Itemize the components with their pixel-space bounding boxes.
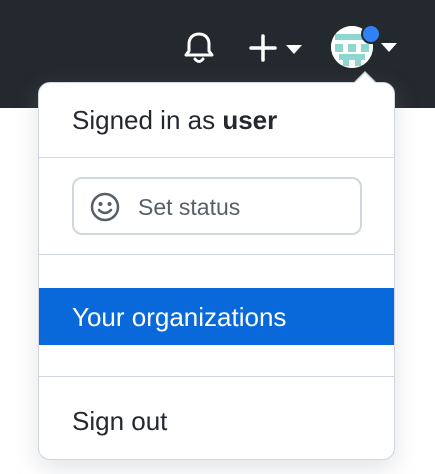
signed-in-text: Signed in as user: [72, 105, 278, 135]
smiley-icon: [90, 192, 120, 222]
set-status-button[interactable]: Set status: [72, 177, 362, 235]
username: user: [222, 105, 278, 135]
plus-icon: [249, 34, 277, 62]
user-dropdown-menu: Signed in as user Set status Your organi…: [38, 82, 395, 460]
sign-out-item[interactable]: Sign out: [72, 406, 167, 437]
divider: [39, 254, 394, 255]
dropdown-pointer-fill: [354, 73, 376, 84]
create-new-button[interactable]: [246, 30, 306, 66]
bell-icon[interactable]: [181, 30, 217, 66]
user-menu-button[interactable]: [331, 24, 399, 72]
divider: [39, 376, 394, 377]
divider: [39, 157, 394, 158]
caret-down-icon: [286, 45, 302, 54]
notification-indicator: [361, 24, 381, 44]
set-status-label: Set status: [138, 194, 241, 220]
caret-down-icon: [381, 43, 397, 52]
your-organizations-label: Your organizations: [72, 302, 287, 332]
your-organizations-item[interactable]: Your organizations: [39, 288, 394, 345]
